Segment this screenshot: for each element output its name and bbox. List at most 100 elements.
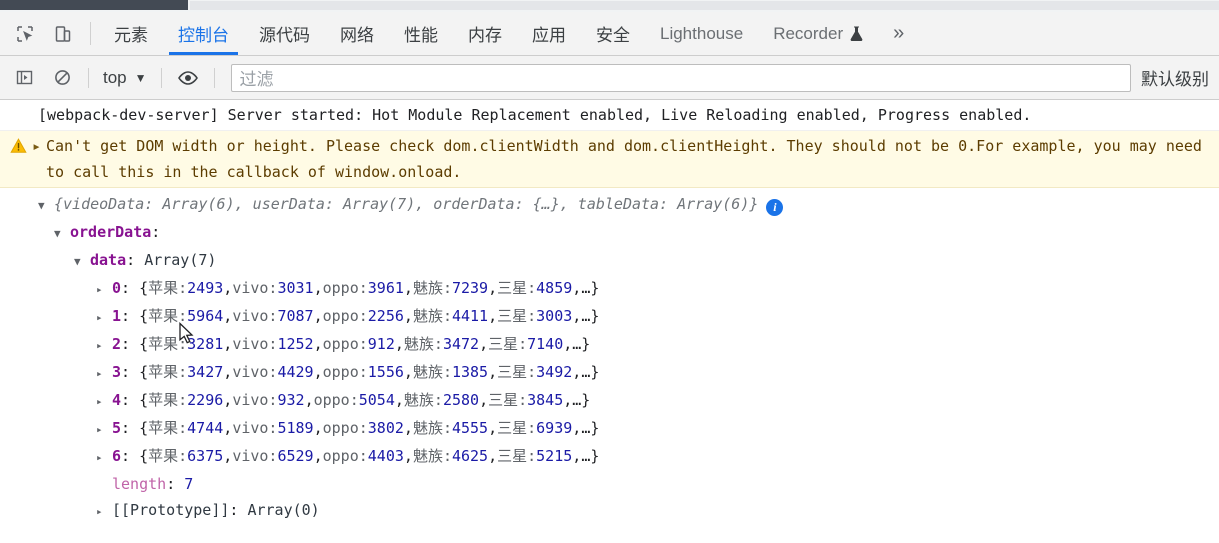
array-item-row[interactable]: ▸ 2: {苹果: 3281, vivo: 1252, oppo: 912, 魅族…	[38, 331, 1219, 359]
info-badge-icon[interactable]: i	[766, 198, 784, 216]
tab-label: 应用	[532, 26, 566, 45]
property-value: Array(7)	[144, 251, 217, 269]
object-key: 苹果:	[148, 307, 188, 325]
expand-arrow-icon[interactable]: ▸	[96, 361, 112, 387]
collapse-arrow-icon[interactable]: ▼	[54, 221, 70, 247]
object-key: 魅族:	[412, 419, 452, 437]
flask-icon	[849, 25, 864, 42]
more-tabs-label: »	[893, 22, 905, 44]
array-item-row[interactable]: ▸ 4: {苹果: 2296, vivo: 932, oppo: 5054, 魅族…	[38, 387, 1219, 415]
prototype-value: Array(0)	[247, 501, 320, 519]
object-key: 魅族:	[403, 335, 443, 353]
console-output[interactable]: [webpack-dev-server] Server started: Hot…	[0, 100, 1219, 543]
tab-recorder[interactable]: Recorder	[758, 12, 879, 55]
tab-console[interactable]: 控制台	[163, 12, 244, 55]
tab-security[interactable]: 安全	[581, 12, 645, 55]
object-value: 7087	[277, 307, 314, 325]
clear-console-icon[interactable]	[44, 62, 80, 94]
property-key: orderData	[70, 223, 152, 241]
expand-arrow-icon[interactable]: ▸	[96, 445, 112, 471]
value-separator: ,	[403, 307, 413, 325]
value-separator: ,	[223, 279, 233, 297]
console-message-warning[interactable]: ▸ Can't get DOM width or height. Please …	[0, 131, 1219, 188]
expand-arrow-icon[interactable]: ▸	[96, 389, 112, 415]
console-sidebar-icon[interactable]	[6, 62, 42, 94]
length-row: length: 7	[38, 471, 1219, 497]
object-key: 苹果:	[148, 363, 188, 381]
object-key: 魅族:	[412, 363, 452, 381]
property-row-data[interactable]: ▼ data: Array(7)	[38, 247, 1219, 275]
object-key: vivo:	[232, 335, 278, 353]
object-key: vivo:	[232, 447, 278, 465]
prototype-row[interactable]: ▸ [[Prototype]]: Array(0)	[38, 497, 1219, 525]
array-item-open-brace: : {	[121, 419, 149, 437]
array-item-ellipsis-brace: …}	[572, 335, 591, 353]
array-item-ellipsis-brace: …}	[581, 279, 600, 297]
expand-arrow-icon[interactable]: ▸	[96, 499, 112, 525]
tab-memory[interactable]: 内存	[453, 12, 517, 55]
value-separator: ,	[313, 447, 323, 465]
expand-warning-arrow-icon[interactable]: ▸	[32, 133, 46, 159]
array-item-row[interactable]: ▸ 5: {苹果: 4744, vivo: 5189, oppo: 3802, 魅…	[38, 415, 1219, 443]
value-separator: ,	[403, 363, 413, 381]
tab-elements[interactable]: 元素	[99, 12, 163, 55]
object-value: 6939	[536, 419, 573, 437]
console-message-object[interactable]: ▼ {videoData: Array(6), userData: Array(…	[0, 188, 1219, 525]
array-item-index: 2	[112, 335, 122, 353]
array-item-open-brace: : {	[121, 307, 149, 325]
object-key: oppo:	[322, 335, 368, 353]
console-toolbar: top ▼ 过滤 默认级别	[0, 56, 1219, 100]
array-item-open-brace: : {	[121, 363, 149, 381]
expand-arrow-icon[interactable]: ▸	[96, 277, 112, 303]
object-value: 3427	[187, 363, 224, 381]
live-expression-eye-icon[interactable]	[170, 62, 206, 94]
value-separator: ,	[313, 335, 323, 353]
object-root-row[interactable]: ▼ {videoData: Array(6), userData: Array(…	[38, 191, 1219, 219]
array-item-row[interactable]: ▸ 0: {苹果: 2493, vivo: 3031, oppo: 3961, 魅…	[38, 275, 1219, 303]
array-item-row[interactable]: ▸ 1: {苹果: 5964, vivo: 7087, oppo: 2256, 魅…	[38, 303, 1219, 331]
object-key: 三星:	[488, 391, 528, 409]
console-message-log[interactable]: [webpack-dev-server] Server started: Hot…	[0, 100, 1219, 131]
tab-label: Lighthouse	[660, 23, 744, 43]
tab-performance[interactable]: 性能	[389, 12, 453, 55]
tabbar-divider	[90, 22, 91, 45]
tab-network[interactable]: 网络	[325, 12, 389, 55]
object-key: oppo:	[322, 419, 368, 437]
console-filter-input[interactable]: 过滤	[230, 63, 1131, 92]
execution-context-selector[interactable]: top ▼	[97, 68, 153, 88]
tab-application[interactable]: 应用	[517, 12, 581, 55]
object-value: 1252	[277, 335, 314, 353]
expand-arrow-icon[interactable]: ▸	[96, 333, 112, 359]
property-row-orderdata[interactable]: ▼ orderData:	[38, 219, 1219, 247]
more-tabs-chevron-icon[interactable]: »	[879, 12, 918, 55]
object-value: 4403	[367, 447, 404, 465]
expand-arrow-icon[interactable]: ▸	[96, 417, 112, 443]
expand-arrow-icon[interactable]: ▸	[96, 305, 112, 331]
inspect-element-icon[interactable]	[6, 12, 44, 55]
object-key: vivo:	[232, 307, 278, 325]
array-item-index: 5	[112, 419, 122, 437]
object-value: 4411	[451, 307, 489, 325]
value-separator: ,	[403, 447, 413, 465]
value-separator: ,	[313, 307, 323, 325]
devtools-tabbar: 元素 控制台 源代码 网络 性能 内存 应用 安全 Lighthouse Rec…	[0, 12, 1219, 56]
array-item-ellipsis-brace: …}	[572, 391, 591, 409]
array-item-index: 3	[112, 363, 122, 381]
device-toolbar-icon[interactable]	[44, 12, 82, 55]
value-separator: ,	[572, 279, 582, 297]
collapse-arrow-icon[interactable]: ▼	[74, 249, 90, 275]
object-key: 苹果:	[148, 419, 188, 437]
log-levels-selector[interactable]: 默认级别	[1141, 65, 1213, 90]
value-separator: ,	[572, 419, 582, 437]
array-item-row[interactable]: ▸ 6: {苹果: 6375, vivo: 6529, oppo: 4403, 魅…	[38, 443, 1219, 471]
array-item-open-brace: : {	[121, 447, 149, 465]
tab-label: Recorder	[773, 23, 844, 43]
array-item-row[interactable]: ▸ 3: {苹果: 3427, vivo: 4429, oppo: 1556, 魅…	[38, 359, 1219, 387]
collapse-arrow-icon[interactable]: ▼	[38, 193, 54, 219]
tab-lighthouse[interactable]: Lighthouse	[645, 12, 758, 55]
object-value: 2256	[367, 307, 404, 325]
value-separator: ,	[488, 279, 498, 297]
toolbar-divider-2	[160, 67, 162, 88]
object-value: 4429	[277, 363, 314, 381]
tab-sources[interactable]: 源代码	[244, 12, 325, 55]
